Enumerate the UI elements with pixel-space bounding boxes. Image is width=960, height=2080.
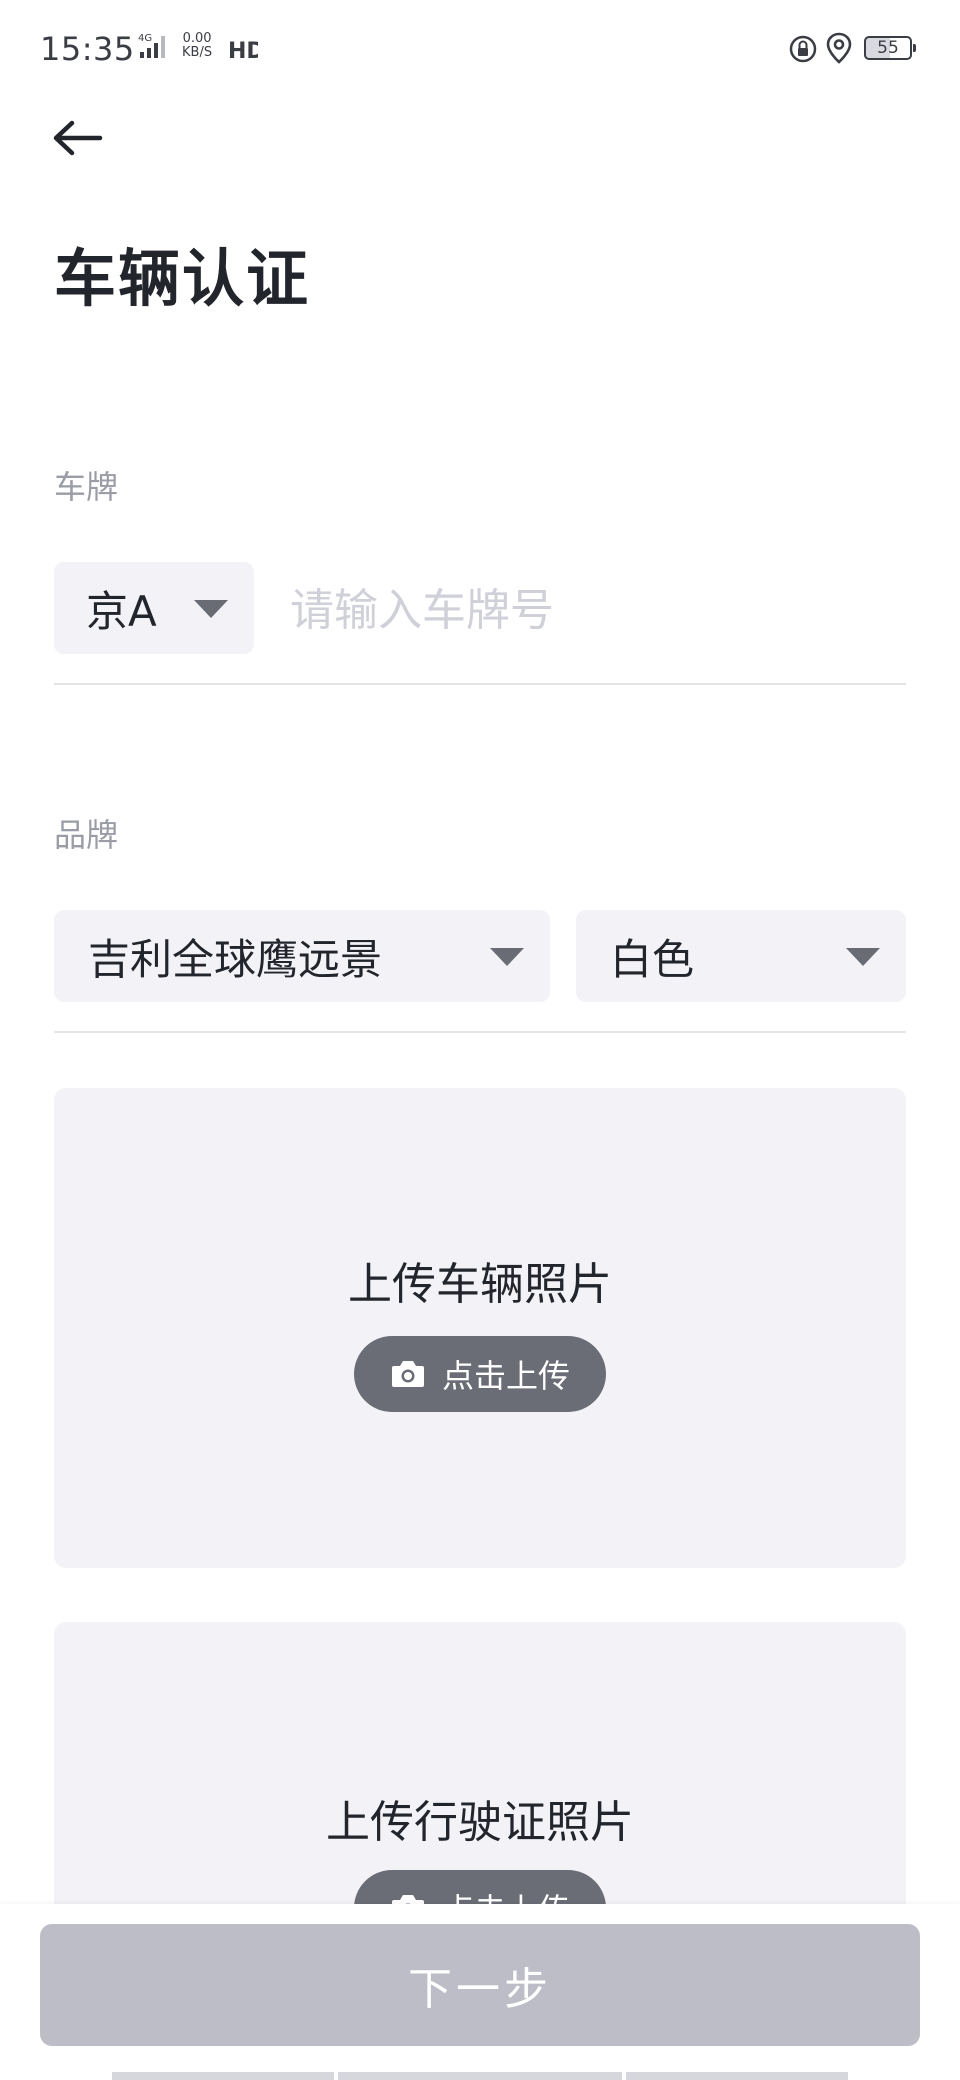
plate-region-select[interactable]: 京A: [54, 562, 254, 654]
divider: [54, 1031, 906, 1033]
next-step-button[interactable]: 下一步: [40, 1924, 920, 2046]
plate-section-label: 车牌: [54, 468, 119, 506]
license-photo-title: 上传行驶证照片: [326, 1797, 634, 1848]
hd-icon: HD: [228, 34, 265, 66]
chevron-down-icon: [194, 600, 228, 618]
network-speed-unit: KB/S: [182, 45, 213, 60]
signal-icon: 4G: [128, 32, 174, 66]
page-title: 车辆认证: [54, 242, 311, 315]
license-photo-upload-panel[interactable]: 上传行驶证照片 点击上传: [54, 1622, 906, 1946]
brand-select[interactable]: 吉利全球鹰远景: [54, 910, 550, 1002]
brand-section-label: 品牌: [54, 816, 119, 854]
nav-indicator: [338, 2072, 622, 2080]
network-type-label: 4G: [138, 33, 152, 44]
camera-icon: [391, 1361, 424, 1387]
chevron-down-icon: [490, 948, 524, 966]
rotation-lock-icon: [788, 34, 818, 68]
vehicle-photo-title: 上传车辆照片: [348, 1259, 612, 1310]
nav-indicator: [112, 2072, 334, 2080]
vehicle-color-select[interactable]: 白色: [576, 910, 906, 1002]
nav-indicator: [626, 2072, 848, 2080]
hd-label: HD: [228, 39, 258, 62]
network-speed: 0.00 KB/S: [182, 32, 212, 60]
vehicle-photo-upload-label: 点击上传: [441, 1358, 570, 1394]
chevron-down-icon: [846, 948, 880, 966]
bottom-bar: 下一步: [0, 1904, 960, 2080]
plate-region-value: 京A: [86, 586, 157, 636]
vehicle-photo-upload-button[interactable]: 点击上传: [354, 1336, 606, 1412]
divider: [54, 683, 906, 685]
battery-icon: 55: [864, 36, 916, 60]
brand-value: 吉利全球鹰远景: [88, 934, 383, 984]
status-bar: 15:35 4G 0.00 KB/S HD 55: [0, 0, 960, 100]
arrow-left-icon: [53, 120, 103, 156]
location-icon: [826, 32, 852, 68]
plate-number-input[interactable]: [290, 568, 890, 652]
back-button[interactable]: [48, 110, 108, 170]
status-time: 15:35: [40, 30, 135, 68]
network-speed-value: 0.00: [182, 31, 212, 46]
vehicle-color-value: 白色: [610, 934, 695, 984]
vehicle-photo-upload-panel[interactable]: 上传车辆照片 点击上传: [54, 1088, 906, 1568]
